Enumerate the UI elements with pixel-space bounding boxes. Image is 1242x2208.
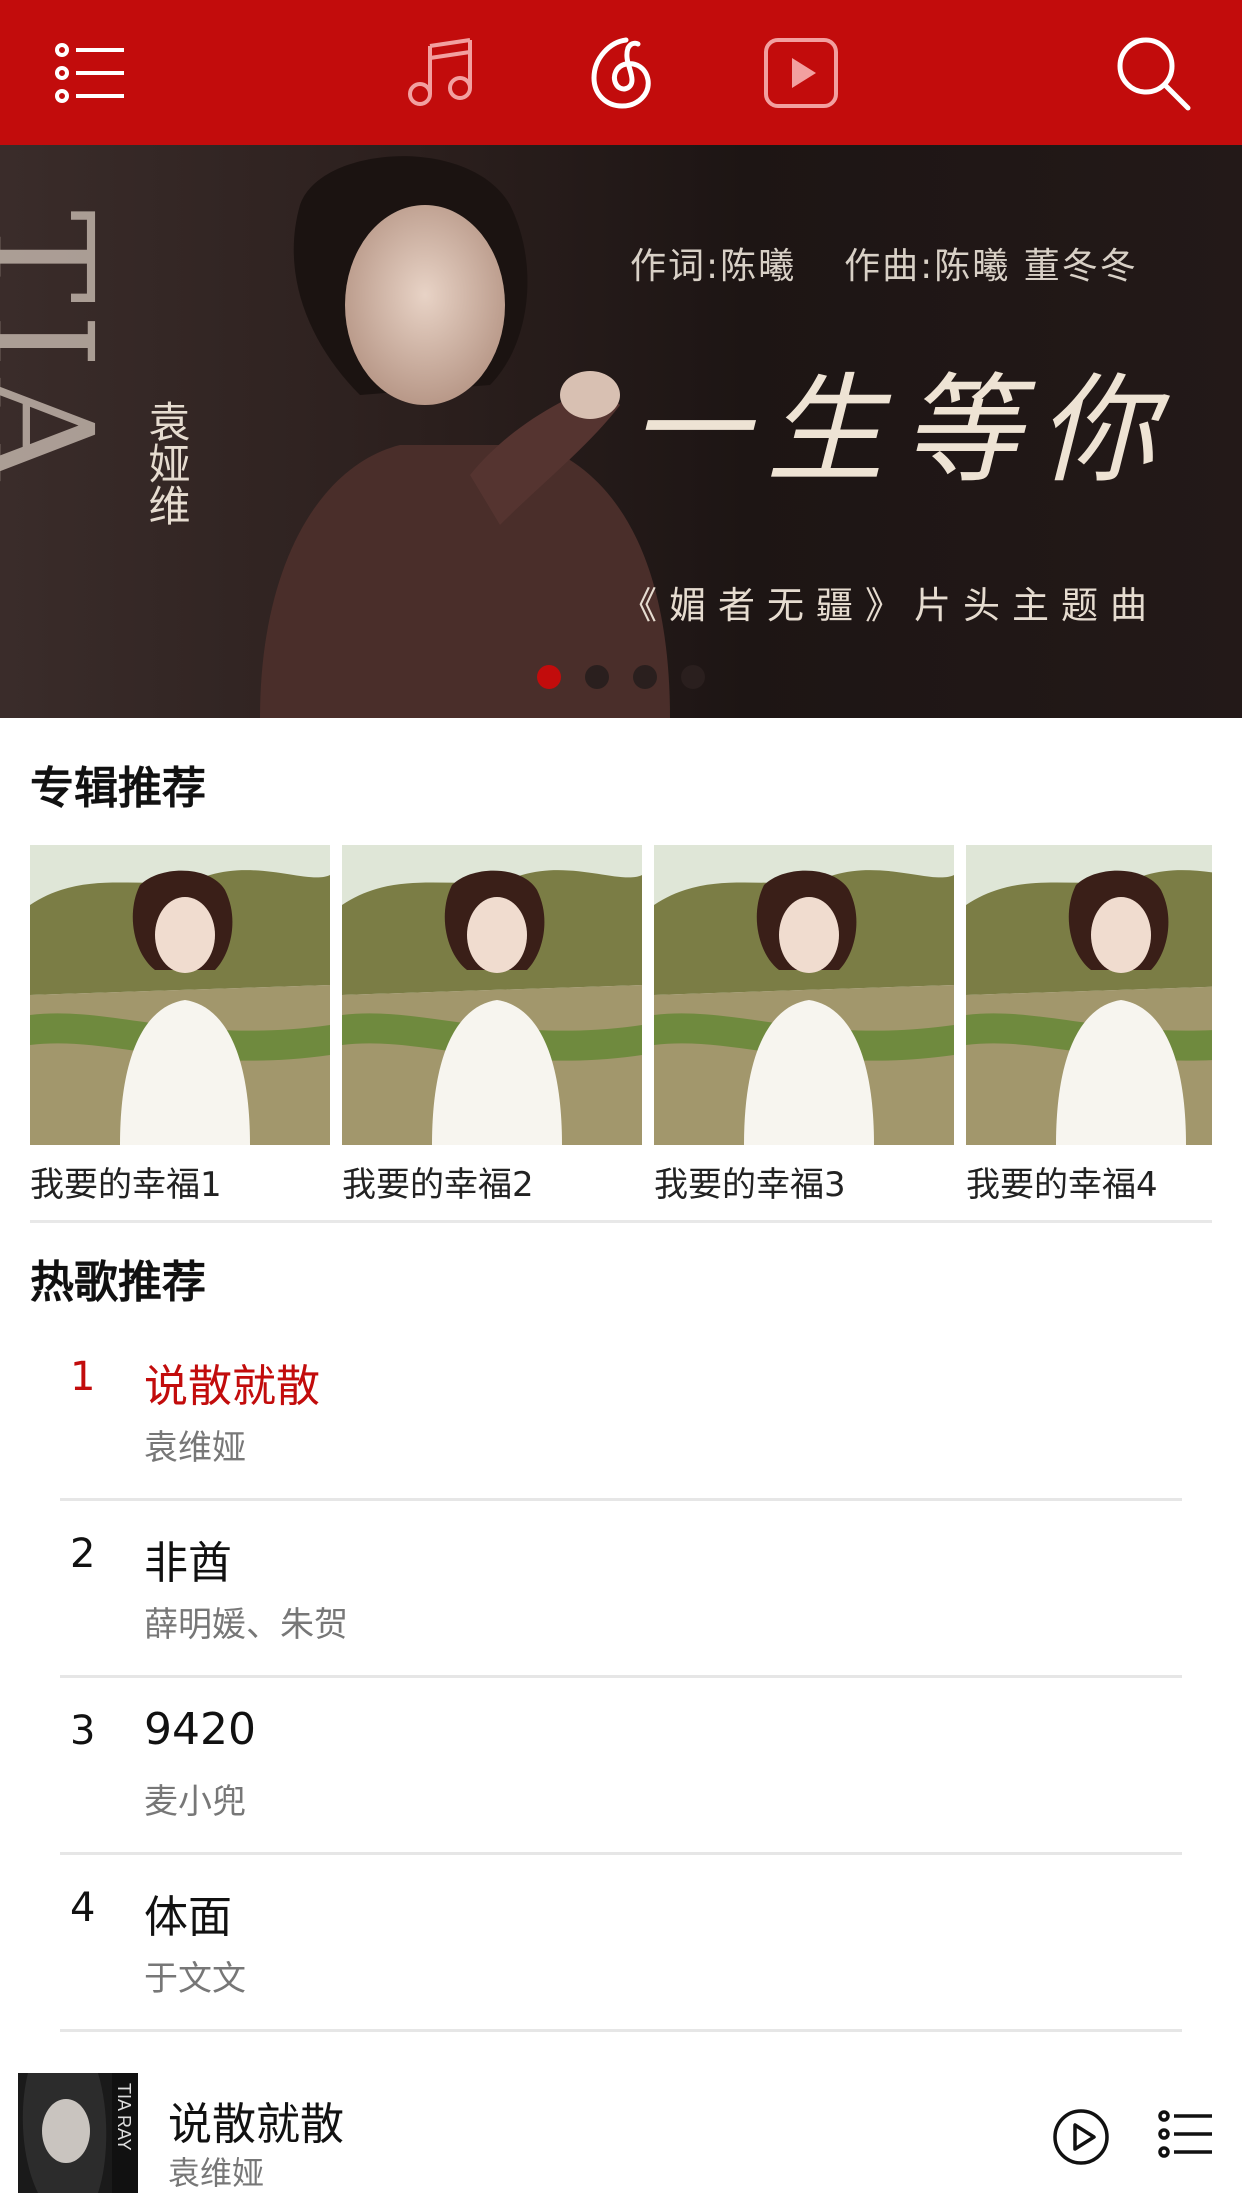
menu-icon[interactable]	[50, 32, 132, 114]
album-card[interactable]: 我要的幸福2	[342, 845, 642, 1206]
song-index: 4	[70, 1885, 96, 1931]
song-index: 2	[70, 1531, 96, 1577]
banner-side-text: TIA	[0, 210, 122, 490]
song-title: 9420	[144, 1704, 256, 1755]
banner-singer: 袁娅维	[142, 400, 191, 526]
song-row[interactable]: 2 非酋 薛明媛、朱贺	[60, 1499, 1182, 1678]
banner-portrait-image	[260, 156, 670, 718]
lyrics-credit: 作词:陈曦	[630, 246, 797, 287]
playlist-icon	[1158, 2110, 1212, 2158]
song-index: 1	[70, 1354, 96, 1400]
album-cover-image	[966, 845, 1212, 1145]
song-title: 说散就散	[144, 1361, 320, 1412]
album-name: 我要的幸福1	[30, 1165, 222, 1205]
banner-song-title: 一生等你	[630, 361, 1175, 499]
album-name: 我要的幸福3	[654, 1165, 846, 1205]
now-playing-title: 说散就散	[168, 2099, 344, 2150]
video-play-icon[interactable]	[760, 32, 842, 114]
album-cover-image	[30, 845, 330, 1145]
banner-carousel[interactable]: TIA 袁娅维 作词:陈曦 作曲:陈曦 董冬冬 一生等你 《媚者无疆》片头主题曲	[0, 145, 1242, 718]
carousel-indicator	[537, 665, 705, 689]
carousel-dot-2[interactable]	[585, 665, 609, 689]
section-divider	[30, 1220, 1212, 1223]
song-row[interactable]: 1 说散就散 袁维娅	[60, 1322, 1182, 1501]
album-card[interactable]: 我要的幸福1	[30, 845, 330, 1206]
song-row[interactable]: 3 9420 麦小兜	[60, 1676, 1182, 1855]
album-cover-image	[342, 845, 642, 1145]
song-title: 体面	[144, 1892, 232, 1943]
banner-credits: 作词:陈曦 作曲:陈曦 董冬冬	[630, 237, 1210, 289]
cover-lettering: TIA RAY	[114, 2083, 134, 2151]
now-playing-cover-image: TIA RAY	[18, 2073, 138, 2193]
song-artist: 麦小兜	[144, 1782, 246, 1822]
song-row[interactable]: 4 体面 于文文	[60, 1853, 1182, 2032]
album-name: 我要的幸福4	[966, 1165, 1158, 1205]
now-playing-bar[interactable]: TIA RAY 说散就散 袁维娅	[0, 2058, 1242, 2208]
album-list: 我要的幸福1 我要的幸福2 我要的幸福3 我要的幸福4	[30, 845, 1212, 1205]
song-artist: 袁维娅	[144, 1428, 246, 1468]
music-note-icon[interactable]	[400, 32, 482, 114]
song-index: 3	[70, 1708, 96, 1754]
hot-songs-section-title: 热歌推荐	[30, 1257, 206, 1308]
carousel-dot-1[interactable]	[537, 665, 561, 689]
song-artist: 于文文	[144, 1959, 246, 1999]
song-title: 非酋	[144, 1538, 232, 1589]
playlist-button[interactable]	[1158, 2108, 1214, 2160]
album-cover-image	[654, 845, 954, 1145]
carousel-dot-4[interactable]	[681, 665, 705, 689]
banner-subtitle: 《媚者无疆》片头主题曲	[620, 584, 1159, 627]
carousel-dot-3[interactable]	[633, 665, 657, 689]
top-bar	[0, 0, 1242, 145]
now-playing-artist: 袁维娅	[168, 2154, 265, 2192]
music-credit: 作曲:陈曦 董冬冬	[844, 246, 1138, 287]
search-icon[interactable]	[1112, 32, 1194, 114]
play-button[interactable]	[1052, 2108, 1110, 2166]
album-card[interactable]: 我要的幸福4	[966, 845, 1212, 1206]
album-name: 我要的幸福2	[342, 1165, 534, 1205]
album-card[interactable]: 我要的幸福3	[654, 845, 954, 1206]
album-section-title: 专辑推荐	[30, 763, 206, 814]
play-icon	[1053, 2109, 1109, 2165]
netease-logo-icon[interactable]	[580, 32, 662, 114]
song-artist: 薛明媛、朱贺	[144, 1605, 348, 1645]
